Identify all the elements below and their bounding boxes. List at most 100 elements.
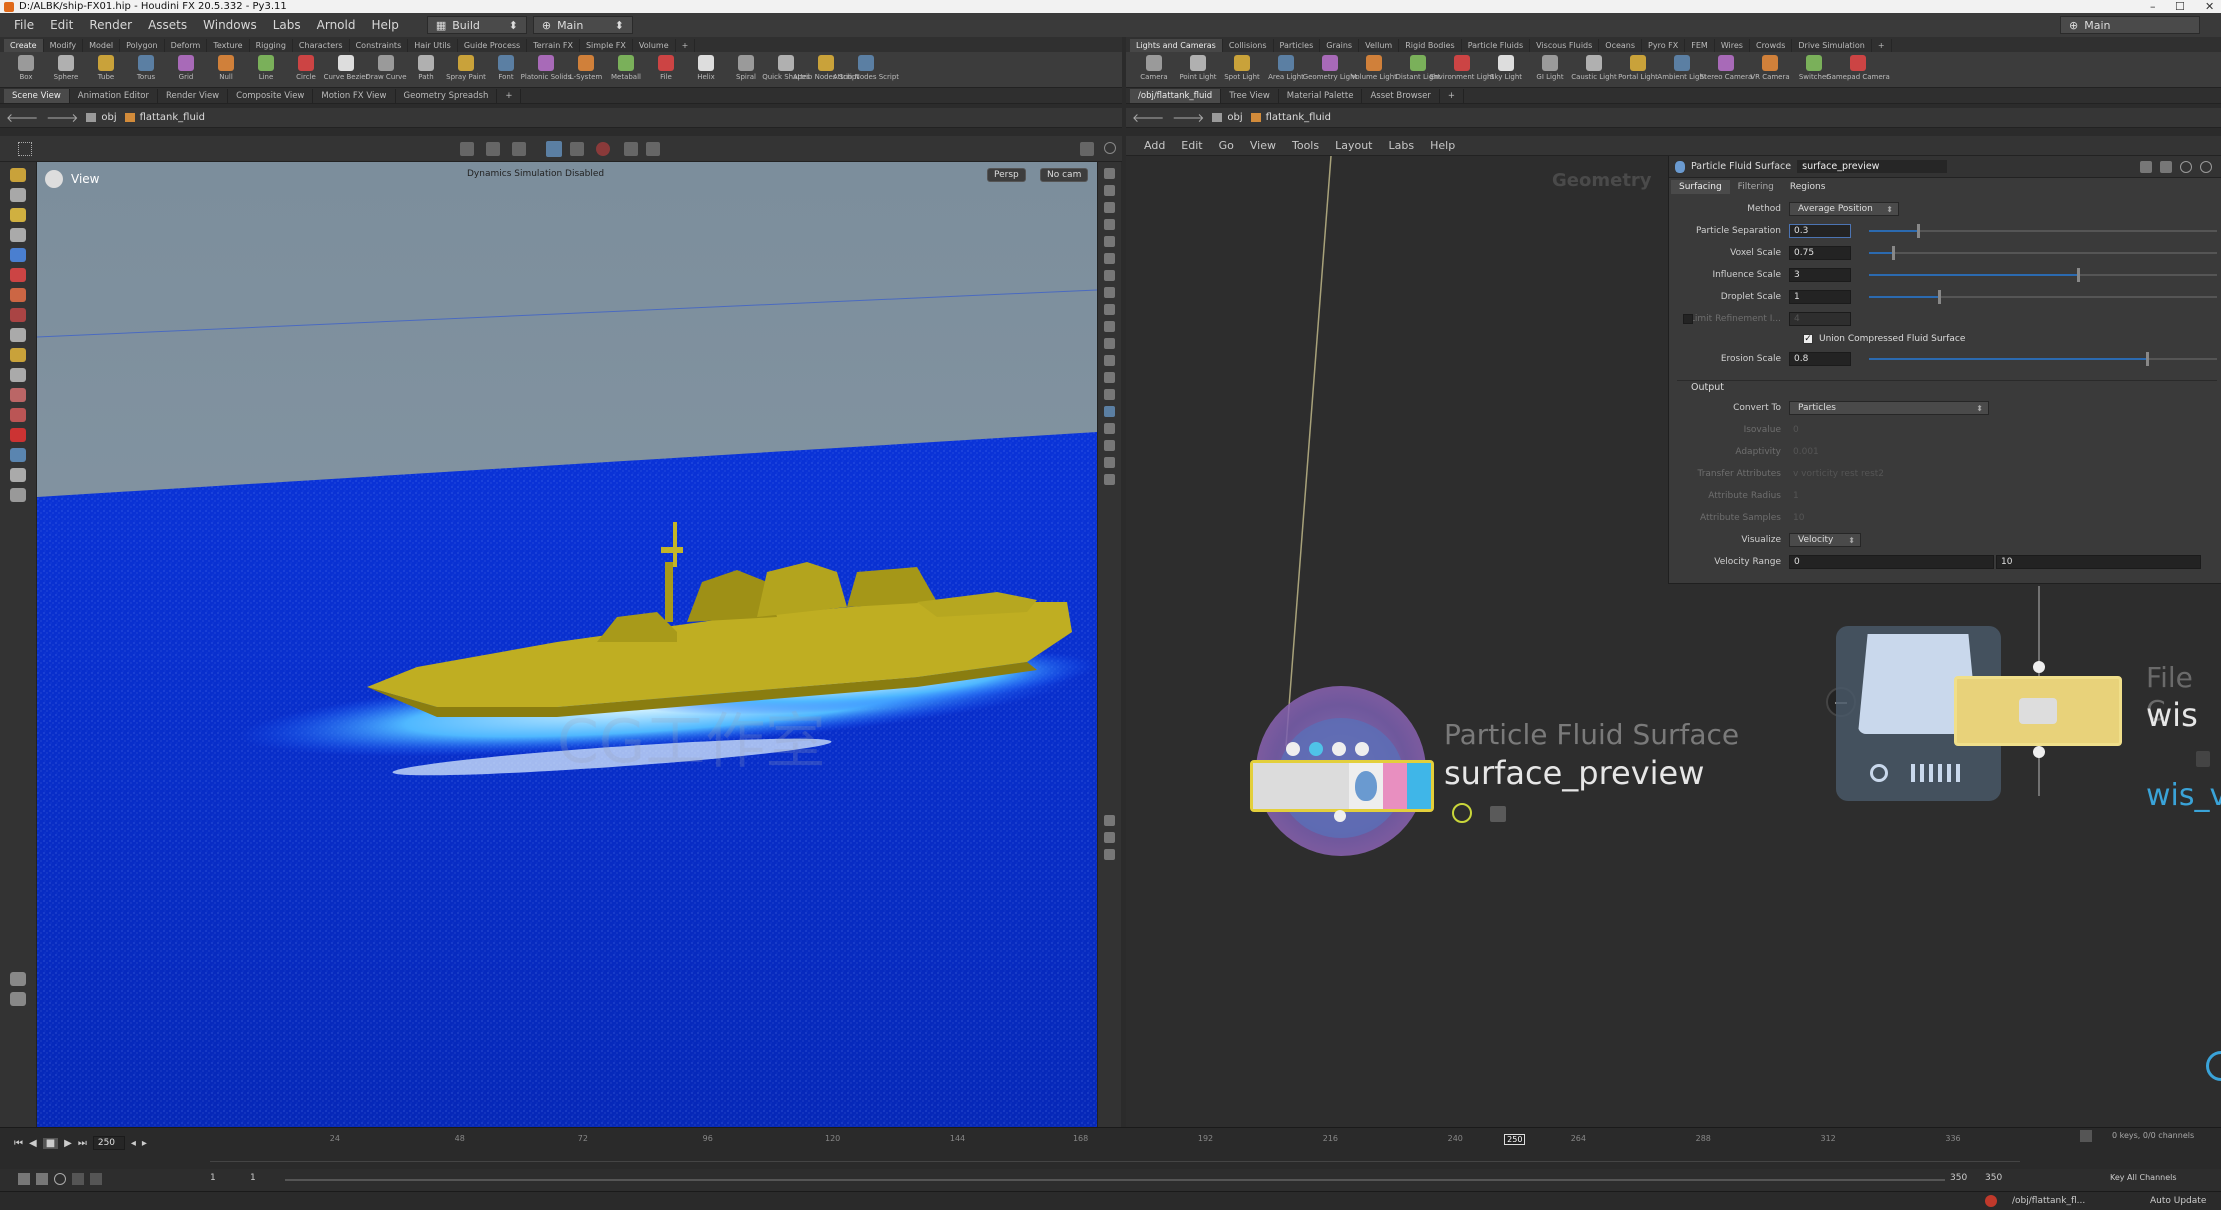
camera-icon[interactable] xyxy=(624,142,638,156)
shelf-tool-button[interactable]: Area Light xyxy=(1264,52,1308,88)
texture-icon[interactable] xyxy=(1104,389,1115,400)
pointer-icon[interactable] xyxy=(10,228,26,242)
orbit-icon[interactable] xyxy=(10,448,26,462)
menu-tools[interactable]: Tools xyxy=(1292,139,1319,152)
shelf-tab[interactable]: Characters xyxy=(293,39,350,52)
shelf-tab[interactable]: Simple FX xyxy=(580,39,633,52)
shelf-tool-button[interactable]: L-System xyxy=(566,52,606,88)
node-input-port[interactable] xyxy=(1332,742,1346,756)
minimize-button[interactable]: – xyxy=(2150,0,2156,13)
shelf-tab[interactable]: Constraints xyxy=(350,39,409,52)
pencil-icon[interactable] xyxy=(10,972,26,986)
tab-network[interactable]: /obj/flattank_fluid xyxy=(1130,88,1222,103)
loop-icon[interactable] xyxy=(54,1173,66,1185)
step-back-button[interactable]: ◂ xyxy=(131,1138,136,1149)
select-tool-icon[interactable] xyxy=(460,142,474,156)
current-frame-field[interactable]: 250 xyxy=(92,1136,125,1150)
snap-icon[interactable] xyxy=(512,142,526,156)
magnet-alt-icon[interactable] xyxy=(10,408,26,422)
tab-geometry-spreadsheet[interactable]: Geometry Spreadsh xyxy=(396,88,498,103)
erosion-scale-slider[interactable] xyxy=(1869,352,2217,366)
shelf-tool-button[interactable]: GI Light xyxy=(1528,52,1572,88)
grid-snap-icon[interactable] xyxy=(1104,832,1115,843)
frame-icon[interactable] xyxy=(1104,236,1115,247)
path-flattank[interactable]: flattank_fluid xyxy=(124,112,205,123)
particle-fluid-surface-node[interactable] xyxy=(1250,760,1434,812)
reverse-play-button[interactable]: ◀ xyxy=(29,1138,37,1149)
snapshot-icon[interactable] xyxy=(646,142,660,156)
shelf-tool-button[interactable]: Sphere xyxy=(46,52,86,88)
persp-menu[interactable]: Persp xyxy=(987,168,1026,182)
node-input-port[interactable] xyxy=(1355,742,1369,756)
shelf-tool-button[interactable]: Stereo Camera xyxy=(1700,52,1752,88)
shelf-tool-button[interactable]: Switcher xyxy=(1792,52,1836,88)
shelf-tool-button[interactable]: Geometry Light xyxy=(1303,52,1357,88)
range-end-2[interactable]: 350 xyxy=(1985,1173,2002,1183)
shelf-tool-button[interactable]: Gamepad Camera xyxy=(1826,52,1890,88)
particle-separation-slider[interactable] xyxy=(1869,224,2217,238)
timeline-ruler[interactable]: 24 48 72 96 120 144 168 192 216 240 264 … xyxy=(210,1134,2020,1162)
shadow-icon[interactable] xyxy=(1104,406,1115,417)
droplet-scale-slider[interactable] xyxy=(1869,290,2217,304)
help-icon[interactable] xyxy=(2200,160,2212,173)
shelf-tab[interactable]: FEM xyxy=(1685,39,1715,52)
menu-layout[interactable]: Layout xyxy=(1335,139,1372,152)
point-display-icon[interactable] xyxy=(1104,270,1115,281)
tab-surfacing[interactable]: Surfacing xyxy=(1671,180,1730,194)
status-path[interactable]: /obj/flattank_fl... xyxy=(2012,1196,2085,1206)
node-input-port[interactable] xyxy=(2033,661,2045,673)
node-output-port[interactable] xyxy=(2033,746,2045,758)
range-end-1[interactable]: 350 xyxy=(1950,1173,1967,1183)
last-frame-button[interactable]: ⏭ xyxy=(78,1138,87,1149)
range-start-2[interactable]: 1 xyxy=(250,1173,256,1183)
menu-render[interactable]: Render xyxy=(81,18,140,32)
shelf-tab[interactable]: Oceans xyxy=(1599,39,1643,52)
limit-refinement-field[interactable]: 4 xyxy=(1789,312,1851,326)
menu-edit[interactable]: Edit xyxy=(1181,139,1202,152)
tab-render-view[interactable]: Render View xyxy=(158,88,229,103)
velocity-range-min-field[interactable]: 0 xyxy=(1789,555,1994,569)
shelf-tool-button[interactable]: Circle xyxy=(286,52,326,88)
shelf-tool-button[interactable]: Path xyxy=(406,52,446,88)
shelf-tool-button[interactable]: Spot Light xyxy=(1220,52,1264,88)
menu-edit[interactable]: Edit xyxy=(42,18,81,32)
shelf-tool-button[interactable]: Helix xyxy=(686,52,726,88)
3d-viewport[interactable]: CG工作室 View Dynamics Simulation Disabled … xyxy=(37,162,1097,1127)
particle-separation-field[interactable]: 0.3 xyxy=(1789,224,1851,238)
menu-labs[interactable]: Labs xyxy=(265,18,309,32)
light-icon[interactable] xyxy=(1104,253,1115,264)
voxel-scale-slider[interactable] xyxy=(1869,246,2217,260)
shelf-tab[interactable]: Viscous Fluids xyxy=(1530,39,1600,52)
influence-scale-field[interactable]: 3 xyxy=(1789,268,1851,282)
bbox-icon[interactable] xyxy=(1104,338,1115,349)
shelf-tab[interactable]: Volume xyxy=(633,39,676,52)
tab-scene-view[interactable]: Scene View xyxy=(4,88,70,103)
shelf-tab[interactable]: Particle Fluids xyxy=(1462,39,1531,52)
menu-add[interactable]: Add xyxy=(1144,139,1165,152)
shelf-tab[interactable]: Modify xyxy=(44,39,84,52)
output-section-header[interactable]: Output xyxy=(1691,382,1724,393)
shelf-tool-button[interactable]: Grid xyxy=(166,52,206,88)
flipbook-icon[interactable] xyxy=(1104,457,1115,468)
play-button[interactable]: ▶ xyxy=(64,1138,72,1149)
shelf-tool-button[interactable]: Spiral xyxy=(726,52,766,88)
realtime-icon[interactable] xyxy=(18,1173,30,1185)
shelf-tab[interactable]: Deform xyxy=(165,39,208,52)
shelf-tool-button[interactable]: Quick Shapes xyxy=(762,52,810,88)
forward-arrow-icon[interactable]: 🡒 xyxy=(46,110,78,125)
add-shelf-tab-button[interactable]: + xyxy=(1872,39,1892,52)
node-name-label[interactable]: wis xyxy=(2146,696,2198,734)
menu-assets[interactable]: Assets xyxy=(140,18,195,32)
attribute-samples-field[interactable]: 10 xyxy=(1789,511,2029,525)
shelf-tool-button[interactable]: Draw Curve xyxy=(365,52,407,88)
forward-arrow-icon[interactable]: 🡒 xyxy=(1172,110,1204,125)
alert-icon[interactable] xyxy=(1985,1195,1997,1207)
tab-animation-editor[interactable]: Animation Editor xyxy=(70,88,158,103)
shelf-tool-button[interactable]: Sky Light xyxy=(1484,52,1528,88)
info-icon[interactable] xyxy=(1104,815,1115,826)
limit-refinement-checkbox[interactable] xyxy=(1683,314,1693,324)
shelf-tool-button[interactable]: Caustic Light xyxy=(1571,52,1617,88)
shelf-tool-button[interactable]: Environment Light xyxy=(1430,52,1494,88)
transform-tool-icon[interactable] xyxy=(486,142,500,156)
shelf-tool-button[interactable]: Volume Light xyxy=(1351,52,1397,88)
